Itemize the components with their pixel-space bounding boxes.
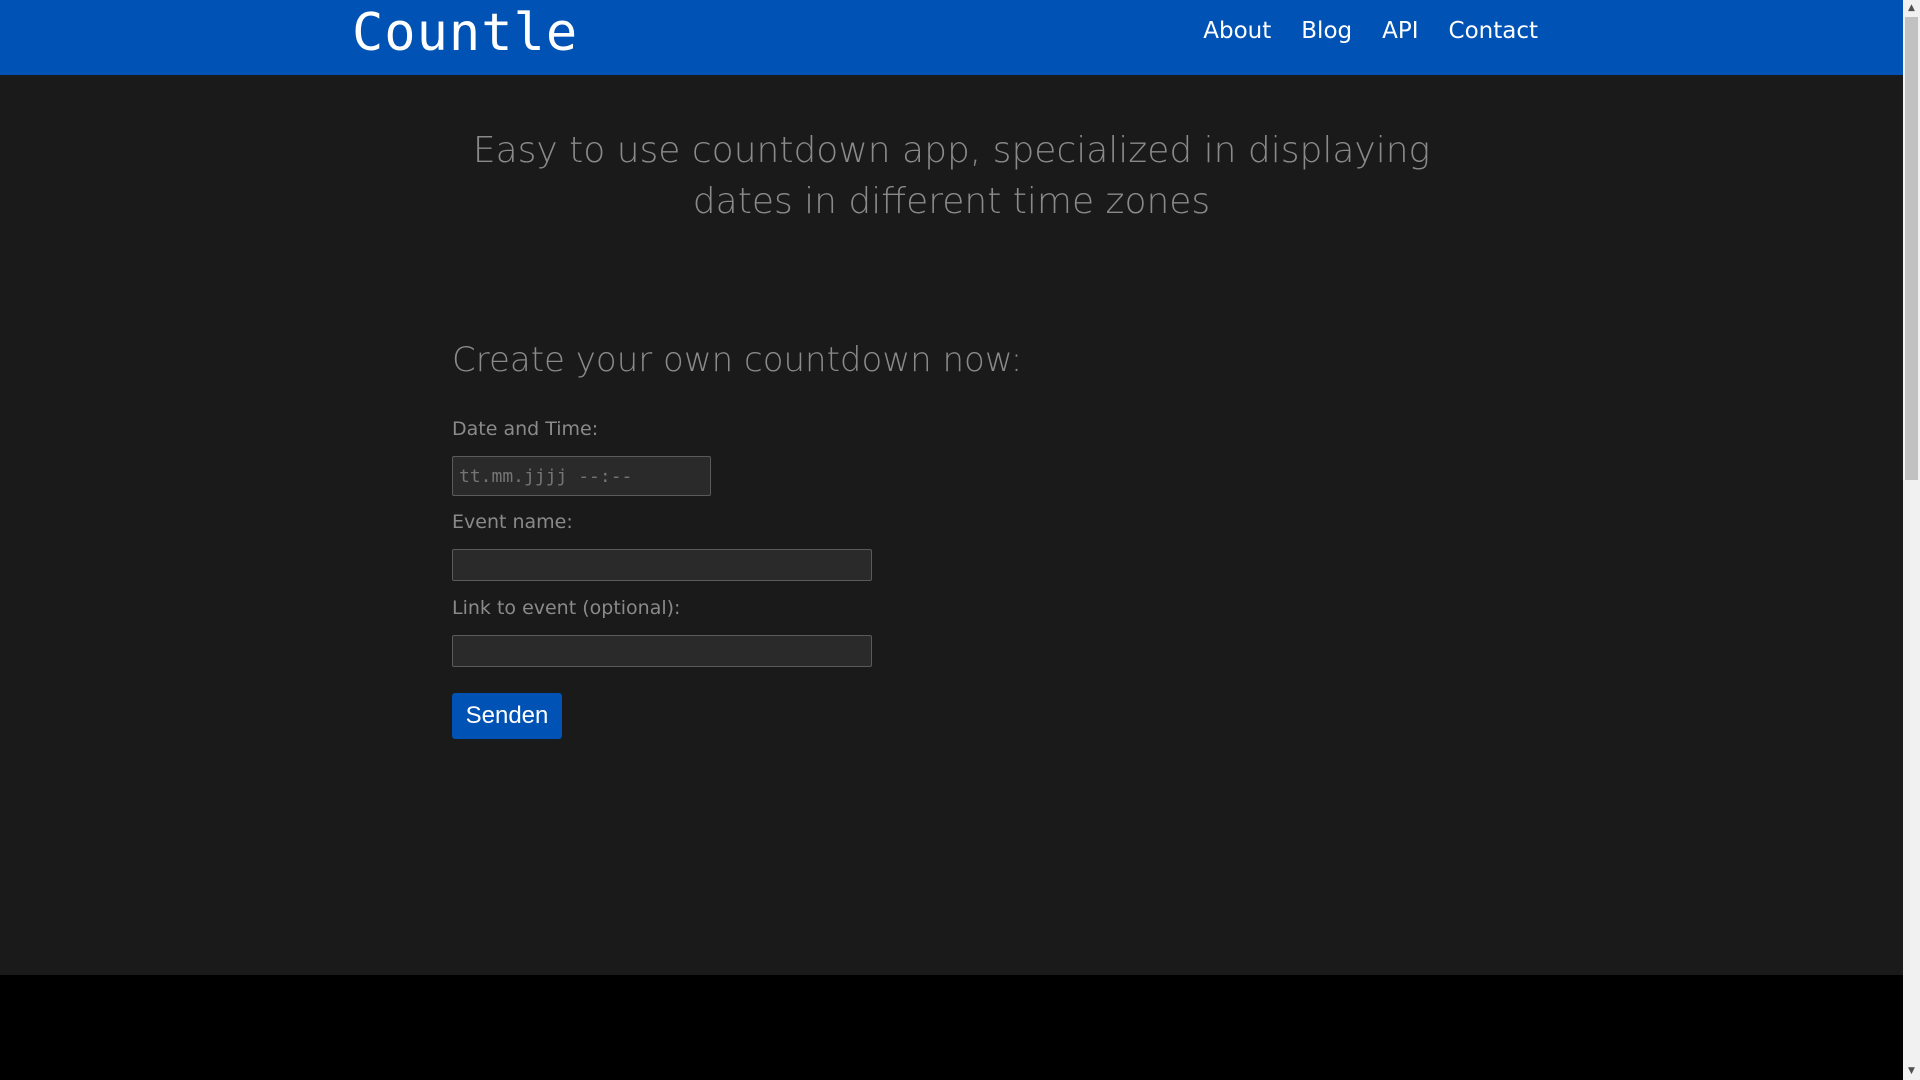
nav-api-link[interactable]: API [1382, 18, 1418, 44]
event-name-input[interactable] [452, 549, 872, 581]
brand-logo[interactable]: Countle [352, 2, 578, 64]
top-navbar: Countle About Blog API Contact [0, 0, 1903, 75]
datetime-label: Date and Time: [452, 418, 599, 440]
page-footer [0, 975, 1903, 1080]
page-tagline: Easy to use countdown app, specialized i… [472, 130, 1431, 222]
submit-button[interactable]: Senden [452, 693, 562, 739]
datetime-input[interactable] [452, 456, 711, 496]
chevron-up-icon[interactable]: ▲ [1903, 0, 1920, 17]
event-name-label: Event name: [452, 511, 573, 533]
nav-menu: About Blog API Contact [1203, 18, 1538, 44]
form-section-title: Create your own countdown now: [452, 340, 1023, 380]
main-content: Easy to use countdown app, specialized i… [0, 75, 1903, 975]
nav-blog-link[interactable]: Blog [1301, 18, 1352, 44]
vertical-scrollbar[interactable]: ▲ ▼ [1903, 0, 1920, 1080]
chevron-down-icon[interactable]: ▼ [1903, 1063, 1920, 1080]
nav-contact-link[interactable]: Contact [1449, 18, 1538, 44]
event-link-input[interactable] [452, 635, 872, 667]
nav-about-link[interactable]: About [1203, 18, 1271, 44]
event-link-label: Link to event (optional): [452, 597, 681, 619]
scrollbar-thumb[interactable] [1905, 17, 1918, 480]
